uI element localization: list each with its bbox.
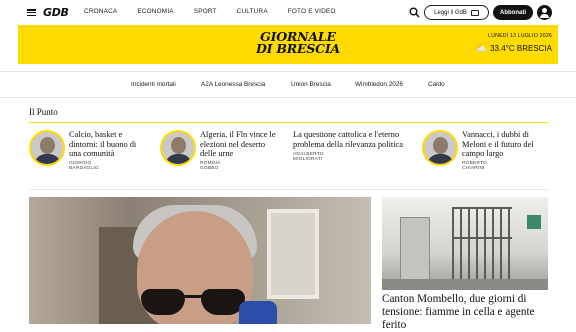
tag-wimbledon[interactable]: Wimbledon 2026 <box>355 81 403 88</box>
opinion-headline[interactable]: Vannacci, i dubbi di Meloni e il futuro … <box>462 130 548 159</box>
weather-widget: ⛅ 33.4°C BRESCIA <box>475 43 552 54</box>
main-nav: CRONACA ECONOMIA SPORT CULTURA FOTO E VI… <box>84 8 356 15</box>
read-newspaper-label: Leggi il GdB <box>434 9 467 16</box>
site-logo[interactable]: GDB <box>43 6 69 19</box>
opinion-author: ADALBERTO MIGLIORATI <box>293 152 324 162</box>
tag-caldo[interactable]: Caldo <box>428 81 445 88</box>
tag-a2a-leonessa[interactable]: A2A Leonessa Brescia <box>201 81 265 88</box>
nav-item-cultura[interactable]: CULTURA <box>237 8 268 15</box>
masthead-banner: GIORNALE DI BRESCIA LUNEDÌ 13 LUGLIO 202… <box>18 25 558 64</box>
section-title-il-punto[interactable]: Il Punto <box>29 107 58 117</box>
read-newspaper-button[interactable]: Leggi il GdB <box>424 5 489 20</box>
lead-article-image[interactable] <box>29 197 371 324</box>
newspaper-icon <box>470 9 479 16</box>
opinion-author: ROMINA GOBBO <box>200 161 221 171</box>
opinion-headline[interactable]: La questione cattolica e l'eterno proble… <box>293 130 415 149</box>
weather-text: 33.4°C BRESCIA <box>490 44 552 53</box>
masthead-line2: DI BRESCIA <box>255 41 341 56</box>
nav-item-cronaca[interactable]: CRONACA <box>84 8 117 15</box>
nav-item-sport[interactable]: SPORT <box>194 8 217 15</box>
subscribe-button[interactable]: Abbonati <box>493 5 533 20</box>
current-date: LUNEDÌ 13 LUGLIO 2026 <box>488 33 552 39</box>
nav-item-foto-video[interactable]: FOTO E VIDEO <box>288 8 336 15</box>
section-divider <box>29 122 548 123</box>
side-article-headline[interactable]: Canton Mombello, due giorni di tensione:… <box>382 293 548 332</box>
author-avatar <box>422 130 458 166</box>
author-avatar <box>29 130 65 166</box>
sun-cloud-icon: ⛅ <box>474 43 488 54</box>
tag-union-brescia[interactable]: Union Brescia <box>291 81 331 88</box>
search-icon[interactable] <box>409 7 420 18</box>
nav-item-economia[interactable]: ECONOMIA <box>137 8 173 15</box>
menu-icon[interactable] <box>27 9 36 17</box>
author-avatar <box>160 130 196 166</box>
opinion-author: ROBERTO CHIARINI <box>462 161 487 171</box>
opinion-author: GIORGIO BARDAGLIO <box>69 161 99 171</box>
content-divider <box>29 189 548 190</box>
opinion-headline[interactable]: Algeria, il Fln vince le elezioni nel de… <box>200 130 282 159</box>
opinion-headline[interactable]: Calcio, basket e dintorni: il buono di u… <box>69 130 147 159</box>
top-bar: GDB CRONACA ECONOMIA SPORT CULTURA FOTO … <box>0 0 576 25</box>
trending-tags: Incidenti mortali A2A Leonessa Brescia U… <box>0 71 576 98</box>
user-account-icon[interactable] <box>537 5 552 20</box>
tag-incidenti-mortali[interactable]: Incidenti mortali <box>131 81 176 88</box>
masthead-logo[interactable]: GIORNALE DI BRESCIA <box>242 30 354 56</box>
side-article-image[interactable] <box>382 197 548 290</box>
